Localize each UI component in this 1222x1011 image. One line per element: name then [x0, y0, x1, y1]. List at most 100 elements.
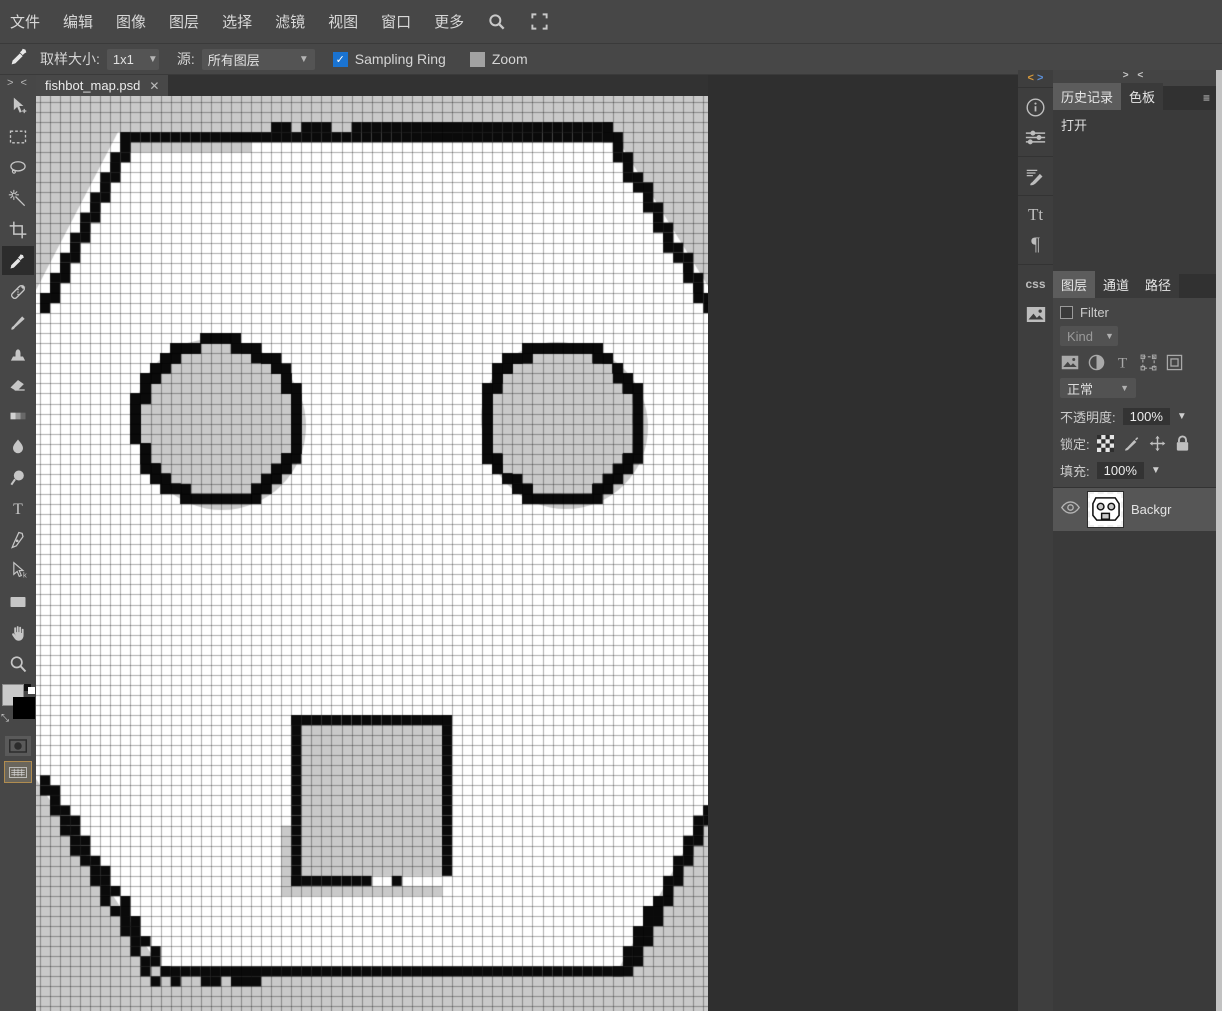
image-assets-panel-icon[interactable]: [1018, 299, 1053, 329]
panel-menu-icon[interactable]: ≡: [1203, 91, 1210, 105]
layer-thumbnail[interactable]: [1087, 491, 1124, 528]
document-tab[interactable]: fishbot_map.psd ✕: [36, 75, 169, 96]
document-canvas[interactable]: [36, 96, 708, 1011]
menu-image[interactable]: 图像: [116, 11, 146, 32]
tab-channels[interactable]: 通道: [1095, 271, 1138, 298]
filter-adjustment-layers-icon[interactable]: [1086, 352, 1106, 372]
history-tab-bar: 历史记录 色板 ≡: [1053, 83, 1216, 110]
filter-image-layers-icon[interactable]: [1060, 352, 1080, 372]
tab-history[interactable]: 历史记录: [1053, 83, 1122, 110]
menu-view[interactable]: 视图: [328, 11, 358, 32]
document-tab-strip: fishbot_map.psd ✕: [36, 75, 708, 96]
source-label: 源:: [176, 51, 195, 67]
svg-text:T: T: [13, 501, 23, 518]
character-panel-icon[interactable]: Tt: [1018, 200, 1053, 230]
css-panel-icon[interactable]: css: [1018, 269, 1053, 299]
rect-select-tool-button[interactable]: [2, 122, 34, 151]
lock-all-icon[interactable]: [1175, 435, 1190, 452]
fill-dropdown-icon[interactable]: ▼: [1151, 465, 1161, 476]
filter-shape-layers-icon[interactable]: [1138, 352, 1158, 372]
sample-size-label: 取样大小:: [40, 51, 100, 67]
layer-filter-label: Filter: [1080, 305, 1109, 320]
fullscreen-icon[interactable]: [530, 12, 549, 31]
layers-tab-bar: 图层 通道 路径: [1053, 271, 1216, 298]
document-title: fishbot_map.psd: [45, 78, 141, 93]
blur-tool-button[interactable]: [2, 432, 34, 461]
clone-stamp-tool-button[interactable]: [2, 339, 34, 368]
menu-bar: 文件 编辑 图像 图层 选择 滤镜 视图 窗口 更多: [0, 0, 1222, 44]
panel-icon-rail: < > Tt ¶ css: [1018, 70, 1053, 1011]
tab-paths[interactable]: 路径: [1137, 271, 1180, 298]
info-panel-icon[interactable]: [1018, 92, 1053, 122]
virtual-keyboard-button[interactable]: [4, 761, 32, 783]
sample-size-select[interactable]: 1x1 ▼: [106, 48, 159, 70]
type-tool-button[interactable]: T: [2, 494, 34, 523]
menu-select[interactable]: 选择: [222, 11, 252, 32]
menu-layer[interactable]: 图层: [169, 11, 199, 32]
opacity-dropdown-icon[interactable]: ▼: [1177, 411, 1187, 422]
default-colors-icon[interactable]: [24, 684, 35, 694]
move-tool-button[interactable]: [2, 91, 34, 120]
search-icon[interactable]: [487, 12, 507, 32]
filter-type-layers-icon[interactable]: T: [1112, 352, 1132, 372]
layer-filter-checkbox[interactable]: [1060, 306, 1073, 319]
paragraph-panel-icon[interactable]: ¶: [1018, 230, 1053, 260]
direct-select-tool-button[interactable]: k: [2, 556, 34, 585]
gradient-tool-button[interactable]: [2, 401, 34, 430]
menu-edit[interactable]: 编辑: [63, 11, 93, 32]
chevron-down-icon: ▼: [147, 53, 158, 65]
layer-visibility-eye-icon[interactable]: [1060, 500, 1081, 519]
brush-settings-panel-icon[interactable]: [1018, 161, 1053, 191]
history-panel: 打开: [1053, 110, 1216, 274]
lock-transparency-icon[interactable]: [1096, 435, 1114, 452]
fill-value[interactable]: 100%: [1096, 462, 1144, 479]
quick-mask-button[interactable]: [5, 736, 31, 756]
magic-wand-tool-button[interactable]: [2, 184, 34, 213]
lock-pixels-icon[interactable]: [1123, 435, 1140, 452]
source-select[interactable]: 所有图层 ▼: [201, 48, 315, 70]
workspace-background: [708, 75, 1018, 1011]
lasso-tool-button[interactable]: [2, 153, 34, 182]
sampling-ring-label: Sampling Ring: [354, 51, 446, 67]
toolbox: > < T k ⤡: [0, 75, 36, 1011]
layers-panel: Filter Kind ▼ T 正常 ▼ 不透明度: 100% ▼ 锁定: 填充…: [1053, 298, 1216, 1011]
opacity-label: 不透明度:: [1060, 410, 1116, 425]
spot-heal-tool-button[interactable]: [2, 277, 34, 306]
toolbox-collapse-icon[interactable]: > <: [0, 75, 36, 89]
rectangle-tool-button[interactable]: [2, 587, 34, 616]
eyedropper-tool-button[interactable]: [2, 246, 34, 275]
adjustments-panel-icon[interactable]: [1018, 122, 1053, 152]
pen-tool-button[interactable]: [2, 525, 34, 554]
lock-label: 锁定:: [1060, 437, 1090, 452]
zoom-checkbox[interactable]: [469, 51, 485, 67]
zoom-tool-button[interactable]: [2, 649, 34, 678]
history-entry-open[interactable]: 打开: [1053, 110, 1216, 139]
layer-row-background[interactable]: Backgr: [1053, 487, 1216, 531]
menu-window[interactable]: 窗口: [381, 11, 411, 32]
close-tab-icon[interactable]: ✕: [149, 79, 159, 93]
menu-filter[interactable]: 滤镜: [275, 11, 305, 32]
brush-tool-button[interactable]: [2, 308, 34, 337]
tab-layers[interactable]: 图层: [1053, 271, 1096, 298]
panel-column: > < 历史记录 色板 ≡ 打开 图层 通道 路径 Filter Kind▼: [1053, 70, 1216, 1011]
lock-position-icon[interactable]: [1149, 435, 1166, 452]
filter-smart-objects-icon[interactable]: [1164, 352, 1184, 372]
menu-more[interactable]: 更多: [434, 11, 464, 32]
rail-collapse-icon[interactable]: < >: [1018, 70, 1053, 87]
background-color-swatch[interactable]: [13, 697, 35, 719]
layer-name: Backgr: [1131, 502, 1172, 517]
zoom-label: Zoom: [491, 51, 528, 67]
menu-file[interactable]: 文件: [10, 11, 40, 32]
svg-text:k: k: [23, 570, 27, 579]
window-scrollbar[interactable]: [1216, 70, 1222, 1011]
sampling-ring-checkbox[interactable]: ✓: [332, 51, 348, 67]
dodge-tool-button[interactable]: [2, 463, 34, 492]
tab-swatches[interactable]: 色板: [1121, 83, 1164, 110]
opacity-value[interactable]: 100%: [1122, 408, 1170, 425]
layer-kind-select[interactable]: Kind ▼: [1060, 326, 1118, 346]
blend-mode-select[interactable]: 正常 ▼: [1060, 378, 1136, 398]
hand-tool-button[interactable]: [2, 618, 34, 647]
swap-colors-icon[interactable]: ⤡: [1, 713, 9, 724]
crop-tool-button[interactable]: [2, 215, 34, 244]
eraser-tool-button[interactable]: [2, 370, 34, 399]
